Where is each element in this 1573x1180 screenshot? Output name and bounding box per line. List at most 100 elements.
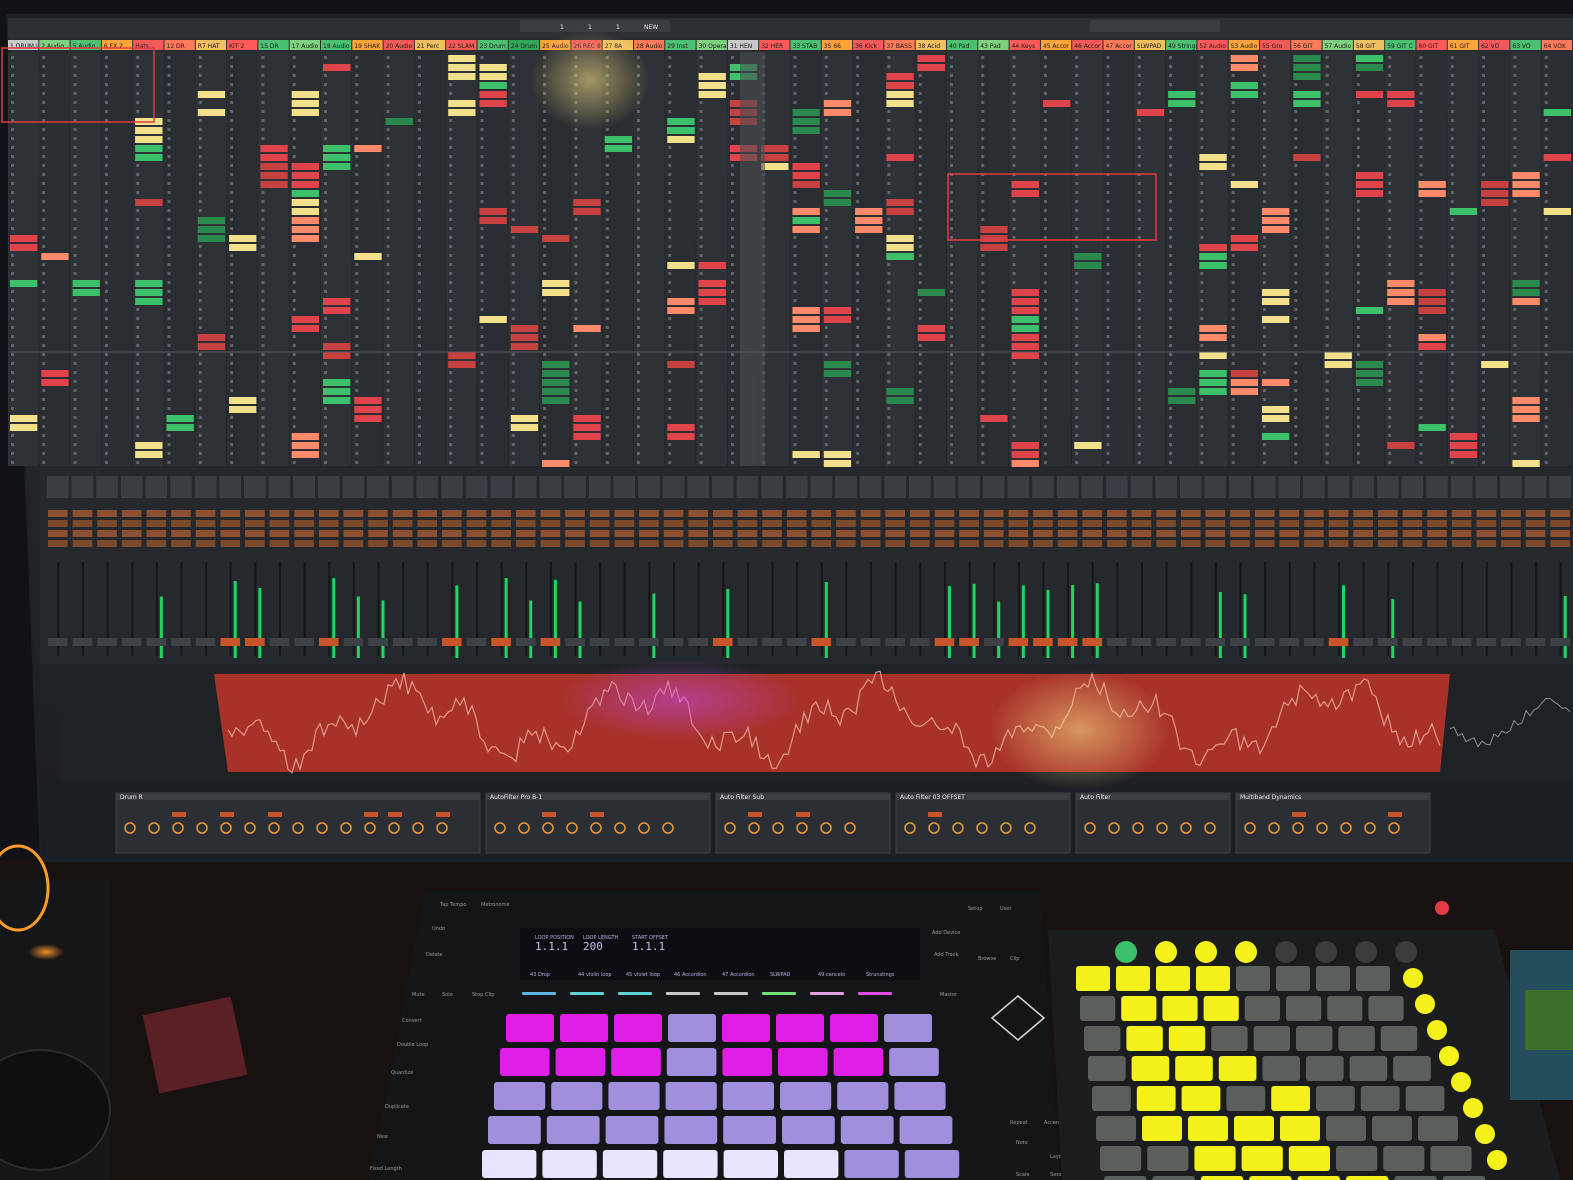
empty-clip-slot[interactable]	[730, 263, 734, 266]
empty-clip-slot[interactable]	[574, 182, 578, 185]
empty-clip-slot[interactable]	[1231, 101, 1235, 104]
empty-clip-slot[interactable]	[1544, 362, 1548, 365]
empty-clip-slot[interactable]	[1294, 452, 1298, 455]
empty-clip-slot[interactable]	[11, 344, 14, 347]
empty-clip-slot[interactable]	[1231, 137, 1235, 140]
clip-slot[interactable]	[1011, 289, 1039, 296]
empty-clip-slot[interactable]	[11, 83, 14, 86]
empty-clip-slot[interactable]	[11, 407, 14, 410]
empty-clip-slot[interactable]	[637, 461, 640, 464]
empty-clip-slot[interactable]	[1137, 218, 1141, 221]
empty-clip-slot[interactable]	[386, 398, 390, 401]
push-pad[interactable]	[666, 1048, 717, 1076]
empty-clip-slot[interactable]	[104, 407, 108, 410]
empty-clip-slot[interactable]	[1137, 299, 1141, 302]
empty-clip-slot[interactable]	[605, 452, 609, 455]
empty-clip-slot[interactable]	[1419, 92, 1423, 95]
send-knob-row[interactable]	[639, 540, 659, 547]
empty-clip-slot[interactable]	[1137, 137, 1141, 140]
clip-slot[interactable]	[1074, 262, 1102, 269]
clip-slot[interactable]	[135, 127, 163, 134]
empty-clip-slot[interactable]	[574, 272, 578, 275]
empty-clip-slot[interactable]	[1294, 299, 1298, 302]
clip-slot[interactable]	[291, 163, 319, 170]
empty-clip-slot[interactable]	[480, 227, 484, 230]
track-activator[interactable]	[1279, 638, 1300, 646]
empty-clip-slot[interactable]	[793, 83, 797, 86]
empty-clip-slot[interactable]	[574, 245, 578, 248]
track-activator[interactable]	[195, 638, 216, 646]
send-knob-row[interactable]	[1377, 530, 1398, 537]
empty-clip-slot[interactable]	[167, 101, 171, 104]
empty-clip-slot[interactable]	[793, 407, 797, 410]
empty-clip-slot[interactable]	[292, 308, 296, 311]
clip-slot[interactable]	[1512, 406, 1540, 413]
empty-clip-slot[interactable]	[355, 353, 359, 356]
empty-clip-slot[interactable]	[1137, 380, 1141, 383]
empty-clip-slot[interactable]	[230, 200, 234, 203]
empty-clip-slot[interactable]	[1450, 137, 1454, 140]
send-knob-row[interactable]	[1402, 540, 1423, 547]
empty-clip-slot[interactable]	[386, 461, 390, 464]
empty-clip-slot[interactable]	[981, 272, 985, 275]
empty-clip-slot[interactable]	[1544, 461, 1548, 464]
io-selector[interactable]	[884, 476, 907, 498]
empty-clip-slot[interactable]	[918, 308, 922, 311]
empty-clip-slot[interactable]	[793, 263, 797, 266]
clip-slot[interactable]	[1387, 298, 1415, 305]
empty-clip-slot[interactable]	[1043, 335, 1047, 338]
empty-clip-slot[interactable]	[1200, 272, 1204, 275]
empty-clip-slot[interactable]	[1231, 119, 1235, 122]
send-knob-row[interactable]	[811, 540, 832, 547]
empty-clip-slot[interactable]	[1419, 317, 1423, 320]
launchpad-pad[interactable]	[1336, 1146, 1378, 1171]
empty-clip-slot[interactable]	[1388, 56, 1392, 59]
launchpad-pad[interactable]	[1080, 996, 1116, 1021]
empty-clip-slot[interactable]	[1513, 101, 1517, 104]
empty-clip-slot[interactable]	[1231, 353, 1235, 356]
empty-clip-slot[interactable]	[1263, 101, 1266, 104]
clip-slot[interactable]	[792, 181, 820, 188]
empty-clip-slot[interactable]	[1388, 317, 1392, 320]
empty-clip-slot[interactable]	[668, 398, 672, 401]
empty-clip-slot[interactable]	[261, 398, 265, 401]
empty-clip-slot[interactable]	[699, 119, 703, 122]
empty-clip-slot[interactable]	[11, 299, 14, 302]
empty-clip-slot[interactable]	[104, 155, 108, 158]
empty-clip-slot[interactable]	[449, 83, 453, 86]
empty-clip-slot[interactable]	[605, 353, 609, 356]
empty-clip-slot[interactable]	[1075, 452, 1079, 455]
send-knob-row[interactable]	[762, 520, 782, 527]
clip-slot[interactable]	[1355, 190, 1384, 197]
empty-clip-slot[interactable]	[730, 227, 734, 230]
push-button-new[interactable]: New	[377, 1134, 388, 1140]
empty-clip-slot[interactable]	[417, 65, 421, 68]
send-knob-row[interactable]	[515, 530, 536, 537]
empty-clip-slot[interactable]	[824, 380, 828, 383]
empty-clip-slot[interactable]	[1356, 236, 1360, 239]
empty-clip-slot[interactable]	[637, 236, 640, 239]
empty-clip-slot[interactable]	[511, 218, 515, 221]
empty-clip-slot[interactable]	[1169, 353, 1173, 356]
io-selector[interactable]	[1376, 476, 1399, 498]
empty-clip-slot[interactable]	[1075, 110, 1079, 113]
clip-slot[interactable]	[542, 361, 570, 368]
empty-clip-slot[interactable]	[699, 308, 703, 311]
empty-clip-slot[interactable]	[730, 380, 734, 383]
empty-clip-slot[interactable]	[1137, 272, 1141, 275]
clip-slot[interactable]	[323, 145, 351, 152]
empty-clip-slot[interactable]	[668, 407, 672, 410]
clip-slot[interactable]	[917, 64, 945, 71]
empty-clip-slot[interactable]	[1450, 218, 1454, 221]
empty-clip-slot[interactable]	[730, 461, 734, 464]
empty-clip-slot[interactable]	[198, 56, 202, 59]
empty-clip-slot[interactable]	[480, 407, 484, 410]
empty-clip-slot[interactable]	[637, 290, 640, 293]
empty-clip-slot[interactable]	[637, 254, 640, 257]
empty-clip-slot[interactable]	[417, 380, 421, 383]
empty-clip-slot[interactable]	[1106, 317, 1110, 320]
empty-clip-slot[interactable]	[480, 56, 484, 59]
empty-clip-slot[interactable]	[918, 128, 922, 131]
io-selector[interactable]	[514, 476, 537, 498]
empty-clip-slot[interactable]	[104, 425, 108, 428]
